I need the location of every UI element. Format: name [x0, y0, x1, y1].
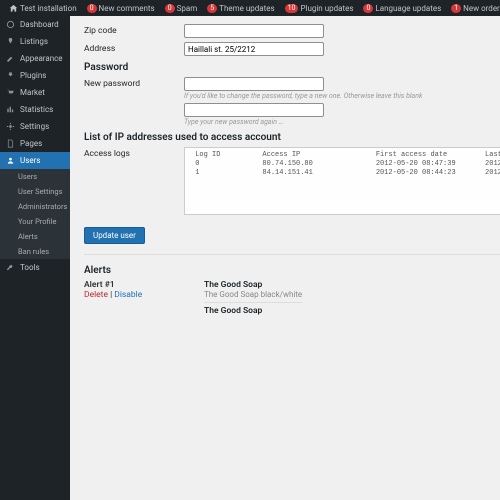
sidebar-sub-users[interactable]: Users [0, 169, 70, 184]
badge: 10 [285, 4, 299, 13]
sidebar-item-settings[interactable]: Settings [0, 118, 70, 135]
topbar-theme[interactable]: 5Theme updates [202, 4, 279, 13]
pin-icon [6, 37, 16, 46]
update-user-button[interactable]: Update user [84, 227, 145, 244]
topbar-home-label: Test installation [20, 4, 77, 13]
users-icon [6, 156, 16, 165]
zip-input[interactable] [184, 24, 324, 38]
badge: 5 [207, 4, 217, 13]
alert-title: Alert #1 [84, 280, 184, 290]
alert-product-sub: The Good Soap black/white [204, 290, 302, 299]
address-input[interactable] [184, 42, 324, 56]
divider [204, 302, 302, 303]
sidebar-item-listings[interactable]: Listings [0, 33, 70, 50]
gear-icon [6, 122, 16, 131]
address-label: Address [84, 42, 184, 56]
topbar-lang[interactable]: 0Language updates [358, 4, 446, 13]
home-icon [9, 4, 18, 13]
sidebar-sub-profile[interactable]: Your Profile [0, 214, 70, 229]
topbar-comments[interactable]: 0New comments [82, 4, 160, 13]
badge: 0 [165, 4, 175, 13]
topbar-plugin[interactable]: 10Plugin updates [280, 4, 359, 13]
lbl: Theme updates [219, 4, 274, 13]
badge: 0 [363, 4, 373, 13]
newpass2-hint: Type your new password again … [184, 118, 500, 126]
alert-row: Alert #1 Delete | Disable The Good Soap … [84, 280, 500, 316]
alerts-heading: Alerts [84, 265, 500, 276]
password-heading: Password [84, 62, 500, 73]
lbl: New comments [99, 4, 155, 13]
sidebar-item-market[interactable]: Market [0, 84, 70, 101]
plug-icon [6, 71, 16, 80]
lbl: Spam [177, 4, 198, 13]
admin-sidebar: Dashboard Listings Appearance Plugins Ma… [0, 16, 70, 500]
lbl: New orders [463, 4, 500, 13]
sidebar-sub-admins[interactable]: Administrators [0, 199, 70, 214]
page-icon [6, 139, 16, 148]
access-logs-label: Access logs [84, 147, 184, 215]
access-logs-box[interactable]: Log ID Access IP First access date Last … [184, 147, 500, 215]
iplist-heading: List of IP addresses used to access acco… [84, 132, 500, 143]
wrench-icon [6, 263, 16, 272]
sidebar-sub-settings[interactable]: User Settings [0, 184, 70, 199]
alert-product: The Good Soap [204, 280, 302, 290]
admin-topbar: Test installation 0New comments 0Spam 5T… [0, 0, 500, 16]
sidebar-item-dashboard[interactable]: Dashboard [0, 16, 70, 33]
chart-icon [6, 105, 16, 114]
alert-disable-link[interactable]: Disable [114, 290, 142, 300]
sidebar-item-tools[interactable]: Tools [0, 259, 70, 276]
newpass2-input[interactable] [184, 103, 324, 117]
cart-icon [6, 88, 16, 97]
main-content: Zip code Address Password New password I… [70, 16, 500, 500]
lbl: Plugin updates [300, 4, 353, 13]
sidebar-sub-alerts[interactable]: Alerts [0, 229, 70, 244]
topbar-orders[interactable]: 1New orders [446, 4, 500, 13]
sidebar-sub-ban[interactable]: Ban rules [0, 244, 70, 259]
brush-icon [6, 54, 16, 63]
sidebar-item-appearance[interactable]: Appearance [0, 50, 70, 67]
dashboard-icon [6, 20, 16, 29]
newpass-hint: If you'd like to change the password, ty… [184, 92, 500, 100]
newpass-input[interactable] [184, 77, 324, 91]
badge: 1 [451, 4, 461, 13]
alert-delete-link[interactable]: Delete [84, 290, 108, 300]
zip-label: Zip code [84, 24, 184, 38]
topbar-spam[interactable]: 0Spam [160, 4, 203, 13]
lbl: Language updates [375, 4, 441, 13]
sidebar-item-plugins[interactable]: Plugins [0, 67, 70, 84]
newpass-label: New password [84, 77, 184, 126]
sidebar-item-pages[interactable]: Pages [0, 135, 70, 152]
sidebar-item-users[interactable]: Users [0, 152, 70, 169]
sidebar-item-statistics[interactable]: Statistics [0, 101, 70, 118]
divider [84, 254, 500, 255]
topbar-home[interactable]: Test installation [4, 4, 82, 13]
alert-product: The Good Soap [204, 306, 302, 316]
badge: 0 [87, 4, 97, 13]
